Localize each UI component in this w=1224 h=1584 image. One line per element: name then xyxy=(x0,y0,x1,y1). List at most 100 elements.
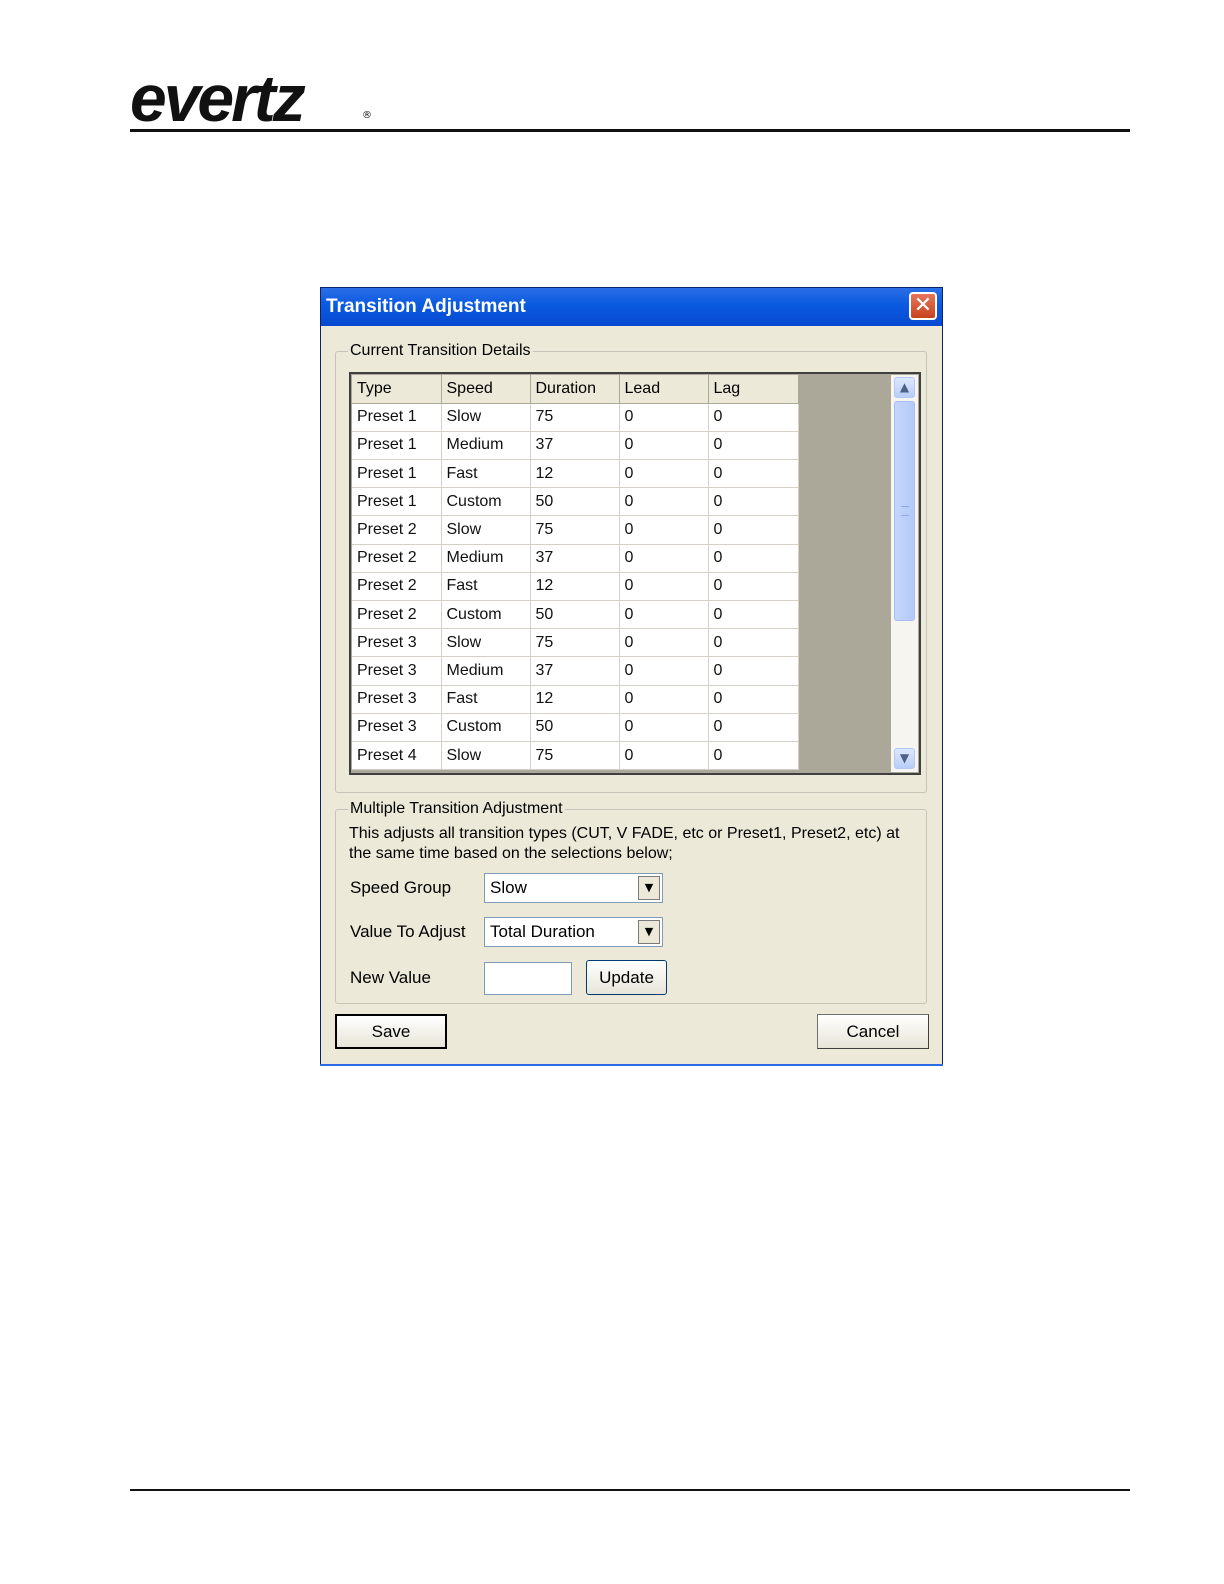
table-row[interactable]: Preset 4 Slow 75 0 0 xyxy=(352,741,799,771)
cell-lag[interactable]: 0 xyxy=(708,544,799,573)
cell-duration[interactable]: 75 xyxy=(530,628,620,658)
cell-lead[interactable]: 0 xyxy=(619,713,709,742)
cell-speed[interactable]: Medium xyxy=(441,544,531,573)
cell-lead[interactable]: 0 xyxy=(619,515,709,545)
column-header-duration[interactable]: Duration xyxy=(530,375,620,404)
cell-speed[interactable]: Fast xyxy=(441,572,531,602)
cell-duration[interactable]: 50 xyxy=(530,713,620,742)
speed-group-dropdown-button[interactable]: ▼ xyxy=(638,876,660,900)
cell-type[interactable]: Preset 1 xyxy=(352,403,442,432)
cell-speed[interactable]: Fast xyxy=(441,459,531,489)
table-row[interactable]: Preset 1 Fast 12 0 0 xyxy=(352,459,799,489)
cell-lag[interactable]: 0 xyxy=(708,656,799,686)
close-button[interactable]: ✕ xyxy=(909,292,937,320)
cell-type[interactable]: Preset 2 xyxy=(352,572,442,602)
cell-speed[interactable]: Medium xyxy=(441,656,531,686)
cell-type[interactable]: Preset 3 xyxy=(352,628,442,658)
cell-duration[interactable]: 37 xyxy=(530,656,620,686)
cell-speed[interactable]: Fast xyxy=(441,685,531,714)
table-row[interactable]: Preset 3 Medium 37 0 0 xyxy=(352,656,799,686)
value-to-adjust-select[interactable]: Total Duration ▼ xyxy=(484,917,663,947)
cell-lag[interactable]: 0 xyxy=(708,741,799,771)
title-bar[interactable]: Transition Adjustment ✕ xyxy=(321,288,942,326)
table-row[interactable]: Preset 2 Fast 12 0 0 xyxy=(352,572,799,602)
cell-lead[interactable]: 0 xyxy=(619,628,709,658)
cell-duration[interactable]: 12 xyxy=(530,685,620,714)
table-row[interactable]: Preset 2 Slow 75 0 0 xyxy=(352,515,799,545)
table-row[interactable]: Preset 2 Medium 37 0 0 xyxy=(352,544,799,573)
column-header-lag[interactable]: Lag xyxy=(708,375,799,404)
cell-lag[interactable]: 0 xyxy=(708,515,799,545)
value-to-adjust-dropdown-button[interactable]: ▼ xyxy=(638,920,660,944)
vertical-scrollbar[interactable]: ▲ ▼ xyxy=(891,375,918,772)
cell-duration[interactable]: 50 xyxy=(530,600,620,630)
cell-type[interactable]: Preset 1 xyxy=(352,487,442,517)
cell-speed[interactable]: Slow xyxy=(441,741,531,771)
cell-type[interactable]: Preset 3 xyxy=(352,685,442,714)
table-row[interactable]: Preset 3 Slow 75 0 0 xyxy=(352,628,799,658)
cell-duration[interactable]: 37 xyxy=(530,431,620,461)
cell-type[interactable]: Preset 2 xyxy=(352,544,442,573)
cell-lead[interactable]: 0 xyxy=(619,600,709,630)
cell-speed[interactable]: Slow xyxy=(441,628,531,658)
cell-duration[interactable]: 12 xyxy=(530,572,620,602)
cell-lead[interactable]: 0 xyxy=(619,487,709,517)
cell-type[interactable]: Preset 1 xyxy=(352,459,442,489)
logo-wordmark: evertz xyxy=(130,61,306,135)
cell-type[interactable]: Preset 2 xyxy=(352,600,442,630)
speed-group-select[interactable]: Slow ▼ xyxy=(484,873,663,903)
cell-lead[interactable]: 0 xyxy=(619,431,709,461)
cell-duration[interactable]: 75 xyxy=(530,741,620,771)
cell-speed[interactable]: Medium xyxy=(441,431,531,461)
cell-lag[interactable]: 0 xyxy=(708,431,799,461)
column-header-speed[interactable]: Speed xyxy=(441,375,531,404)
cell-type[interactable]: Preset 2 xyxy=(352,515,442,545)
cell-type[interactable]: Preset 4 xyxy=(352,741,442,771)
cell-lead[interactable]: 0 xyxy=(619,459,709,489)
scroll-thumb[interactable] xyxy=(894,401,915,621)
cell-type[interactable]: Preset 3 xyxy=(352,656,442,686)
cell-speed[interactable]: Custom xyxy=(441,487,531,517)
cell-speed[interactable]: Custom xyxy=(441,600,531,630)
table-row[interactable]: Preset 3 Fast 12 0 0 xyxy=(352,685,799,714)
table-row[interactable]: Preset 1 Custom 50 0 0 xyxy=(352,487,799,517)
cell-speed[interactable]: Slow xyxy=(441,403,531,432)
cell-lead[interactable]: 0 xyxy=(619,685,709,714)
scroll-up-button[interactable]: ▲ xyxy=(894,377,915,398)
cell-lag[interactable]: 0 xyxy=(708,713,799,742)
update-button[interactable]: Update xyxy=(586,960,667,995)
cell-duration[interactable]: 50 xyxy=(530,487,620,517)
cell-lag[interactable]: 0 xyxy=(708,459,799,489)
column-header-type[interactable]: Type xyxy=(352,375,442,404)
cell-lag[interactable]: 0 xyxy=(708,685,799,714)
cell-lead[interactable]: 0 xyxy=(619,656,709,686)
cell-lag[interactable]: 0 xyxy=(708,487,799,517)
footer-rule xyxy=(130,1489,1130,1491)
cell-lead[interactable]: 0 xyxy=(619,741,709,771)
cell-duration[interactable]: 75 xyxy=(530,515,620,545)
table-row[interactable]: Preset 2 Custom 50 0 0 xyxy=(352,600,799,630)
cell-speed[interactable]: Custom xyxy=(441,713,531,742)
column-header-lead[interactable]: Lead xyxy=(619,375,709,404)
cell-lag[interactable]: 0 xyxy=(708,628,799,658)
scroll-down-button[interactable]: ▼ xyxy=(894,748,915,769)
cell-duration[interactable]: 75 xyxy=(530,403,620,432)
table-row[interactable]: Preset 1 Medium 37 0 0 xyxy=(352,431,799,461)
cell-lag[interactable]: 0 xyxy=(708,403,799,432)
cancel-button[interactable]: Cancel xyxy=(817,1014,929,1049)
cell-lead[interactable]: 0 xyxy=(619,572,709,602)
cell-lag[interactable]: 0 xyxy=(708,572,799,602)
table-row[interactable]: Preset 3 Custom 50 0 0 xyxy=(352,713,799,742)
cell-type[interactable]: Preset 1 xyxy=(352,431,442,461)
save-button[interactable]: Save xyxy=(335,1014,447,1049)
cell-lead[interactable]: 0 xyxy=(619,403,709,432)
cell-duration[interactable]: 12 xyxy=(530,459,620,489)
cell-lag[interactable]: 0 xyxy=(708,600,799,630)
cell-speed[interactable]: Slow xyxy=(441,515,531,545)
cell-lead[interactable]: 0 xyxy=(619,544,709,573)
transition-adjustment-dialog: Transition Adjustment ✕ Current Transiti… xyxy=(320,287,943,1066)
new-value-input[interactable] xyxy=(484,962,572,995)
cell-duration[interactable]: 37 xyxy=(530,544,620,573)
table-row[interactable]: Preset 1 Slow 75 0 0 xyxy=(352,403,799,432)
cell-type[interactable]: Preset 3 xyxy=(352,713,442,742)
